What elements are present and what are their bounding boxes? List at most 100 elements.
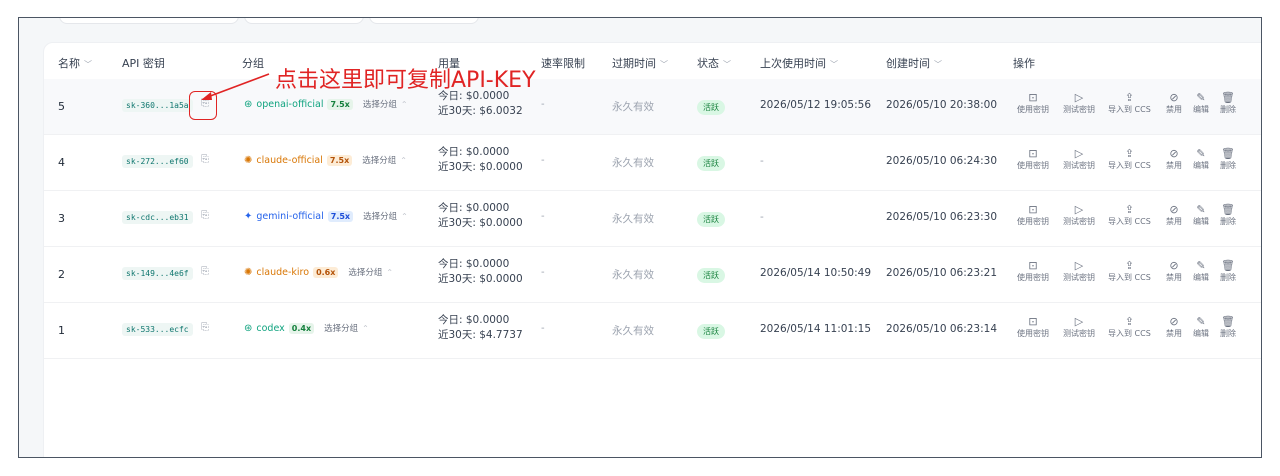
header-status[interactable]: 状态 ﹀ bbox=[697, 55, 731, 71]
action-label: 测试密钥 bbox=[1063, 217, 1095, 226]
action-upload-button[interactable]: ⇪ 导入到 CCS bbox=[1108, 203, 1151, 227]
copy-icon[interactable]: ⎘ bbox=[197, 322, 213, 333]
upload-icon: ⇪ bbox=[1124, 315, 1134, 328]
terminal-icon: ⊡ bbox=[1028, 259, 1038, 272]
select-group-label: 选择分组 bbox=[362, 100, 397, 110]
action-label: 使用密钥 bbox=[1017, 161, 1049, 170]
upload-icon: ⇪ bbox=[1124, 147, 1134, 160]
action-label: 编辑 bbox=[1193, 105, 1209, 114]
expire-time: 永久有效 bbox=[612, 325, 654, 337]
action-ban-button[interactable]: ⊘ 禁用 bbox=[1166, 203, 1182, 227]
action-trash-button[interactable]: 🗑 删除 bbox=[1220, 203, 1236, 227]
action-play-button[interactable]: ▷ 测试密钥 bbox=[1063, 147, 1095, 171]
select-group-dropdown[interactable]: 选择分组 ⌃ bbox=[348, 266, 393, 278]
action-trash-button[interactable]: 🗑 删除 bbox=[1220, 315, 1236, 339]
select-group-label: 选择分组 bbox=[362, 156, 397, 166]
tab-stub bbox=[244, 18, 364, 24]
group-cell: ✺ claude-kiro 0.6x 选择分组 ⌃ bbox=[244, 266, 393, 278]
usage-cell: 今日: $0.0000 近30天: $0.0000 bbox=[438, 257, 523, 287]
action-edit-button[interactable]: ✎ 编辑 bbox=[1193, 315, 1209, 339]
action-terminal-button[interactable]: ⊡ 使用密钥 bbox=[1017, 147, 1049, 171]
last-used-time: 2026/05/12 19:05:56 bbox=[760, 99, 872, 111]
select-group-dropdown[interactable]: 选择分组 ⌃ bbox=[363, 210, 408, 222]
action-label: 使用密钥 bbox=[1017, 217, 1049, 226]
action-edit-button[interactable]: ✎ 编辑 bbox=[1193, 203, 1209, 227]
chevron-updown-icon: ⌃ bbox=[401, 212, 408, 221]
header-last-used[interactable]: 上次使用时间 ﹀ bbox=[760, 55, 838, 71]
action-upload-button[interactable]: ⇪ 导入到 CCS bbox=[1108, 147, 1151, 171]
action-label: 测试密钥 bbox=[1063, 329, 1095, 338]
action-play-button[interactable]: ▷ 测试密钥 bbox=[1063, 259, 1095, 283]
header-name-label: 名称 bbox=[58, 57, 80, 70]
action-label: 禁用 bbox=[1166, 273, 1182, 282]
action-ban-button[interactable]: ⊘ 禁用 bbox=[1166, 259, 1182, 283]
rate-limit: - bbox=[541, 323, 545, 334]
ban-icon: ⊘ bbox=[1169, 203, 1179, 216]
header-expire[interactable]: 过期时间 ﹀ bbox=[612, 55, 668, 71]
usage-cell: 今日: $0.0000 近30天: $4.7737 bbox=[438, 313, 523, 343]
action-trash-button[interactable]: 🗑 删除 bbox=[1220, 259, 1236, 283]
action-terminal-button[interactable]: ⊡ 使用密钥 bbox=[1017, 91, 1049, 115]
header-created[interactable]: 创建时间 ﹀ bbox=[886, 55, 942, 71]
gemini-icon: ✦ bbox=[244, 210, 253, 222]
action-label: 使用密钥 bbox=[1017, 329, 1049, 338]
ban-icon: ⊘ bbox=[1169, 315, 1179, 328]
action-play-button[interactable]: ▷ 测试密钥 bbox=[1063, 91, 1095, 115]
ban-icon: ⊘ bbox=[1169, 259, 1179, 272]
trash-icon: 🗑 bbox=[1221, 147, 1235, 160]
action-trash-button[interactable]: 🗑 删除 bbox=[1220, 147, 1236, 171]
action-edit-button[interactable]: ✎ 编辑 bbox=[1193, 259, 1209, 283]
action-play-button[interactable]: ▷ 测试密钥 bbox=[1063, 315, 1095, 339]
action-play-button[interactable]: ▷ 测试密钥 bbox=[1063, 203, 1095, 227]
header-expire-label: 过期时间 bbox=[612, 57, 656, 70]
select-group-dropdown[interactable]: 选择分组 ⌃ bbox=[324, 322, 369, 334]
header-created-label: 创建时间 bbox=[886, 57, 930, 70]
action-label: 导入到 CCS bbox=[1108, 217, 1151, 226]
trash-icon: 🗑 bbox=[1221, 315, 1235, 328]
action-ban-button[interactable]: ⊘ 禁用 bbox=[1166, 147, 1182, 171]
action-ban-button[interactable]: ⊘ 禁用 bbox=[1166, 315, 1182, 339]
usage-30d: 近30天: $4.7737 bbox=[438, 329, 523, 341]
group-name: claude-official bbox=[256, 154, 323, 166]
chevron-down-icon: ﹀ bbox=[723, 60, 731, 69]
select-group-label: 选择分组 bbox=[363, 212, 398, 222]
rate-limit: - bbox=[541, 99, 545, 110]
copy-icon[interactable]: ⎘ bbox=[197, 210, 213, 221]
action-label: 删除 bbox=[1220, 273, 1236, 282]
terminal-icon: ⊡ bbox=[1028, 203, 1038, 216]
status-badge: 活跃 bbox=[697, 268, 725, 283]
chevron-updown-icon: ⌃ bbox=[400, 100, 408, 109]
terminal-icon: ⊡ bbox=[1028, 147, 1038, 160]
copy-icon[interactable]: ⎘ bbox=[197, 266, 213, 277]
rate-limit: - bbox=[541, 155, 545, 166]
edit-icon: ✎ bbox=[1196, 91, 1206, 104]
action-terminal-button[interactable]: ⊡ 使用密钥 bbox=[1017, 203, 1049, 227]
openai-icon: ⊛ bbox=[244, 322, 253, 334]
play-icon: ▷ bbox=[1074, 203, 1084, 216]
trash-icon: 🗑 bbox=[1221, 91, 1235, 104]
action-label: 删除 bbox=[1220, 217, 1236, 226]
created-time: 2026/05/10 06:23:14 bbox=[886, 323, 998, 335]
action-label: 禁用 bbox=[1166, 217, 1182, 226]
usage-today: 今日: $0.0000 bbox=[438, 314, 510, 326]
group-multiplier-badge: 7.5x bbox=[327, 98, 353, 110]
select-group-dropdown[interactable]: 选择分组 ⌃ bbox=[363, 98, 408, 110]
header-name[interactable]: 名称 ﹀ bbox=[58, 55, 92, 71]
expire-time: 永久有效 bbox=[612, 101, 654, 113]
usage-cell: 今日: $0.0000 近30天: $0.0000 bbox=[438, 145, 523, 175]
action-edit-button[interactable]: ✎ 编辑 bbox=[1193, 147, 1209, 171]
action-terminal-button[interactable]: ⊡ 使用密钥 bbox=[1017, 315, 1049, 339]
action-upload-button[interactable]: ⇪ 导入到 CCS bbox=[1108, 259, 1151, 283]
select-group-dropdown[interactable]: 选择分组 ⌃ bbox=[362, 154, 407, 166]
action-trash-button[interactable]: 🗑 删除 bbox=[1220, 91, 1236, 115]
row-name: 2 bbox=[58, 268, 65, 281]
action-upload-button[interactable]: ⇪ 导入到 CCS bbox=[1108, 315, 1151, 339]
action-label: 删除 bbox=[1220, 105, 1236, 114]
action-upload-button[interactable]: ⇪ 导入到 CCS bbox=[1108, 91, 1151, 115]
action-terminal-button[interactable]: ⊡ 使用密钥 bbox=[1017, 259, 1049, 283]
action-ban-button[interactable]: ⊘ 禁用 bbox=[1166, 91, 1182, 115]
copy-icon[interactable]: ⎘ bbox=[197, 154, 213, 165]
header-last-used-label: 上次使用时间 bbox=[760, 57, 826, 70]
play-icon: ▷ bbox=[1074, 315, 1084, 328]
action-edit-button[interactable]: ✎ 编辑 bbox=[1193, 91, 1209, 115]
